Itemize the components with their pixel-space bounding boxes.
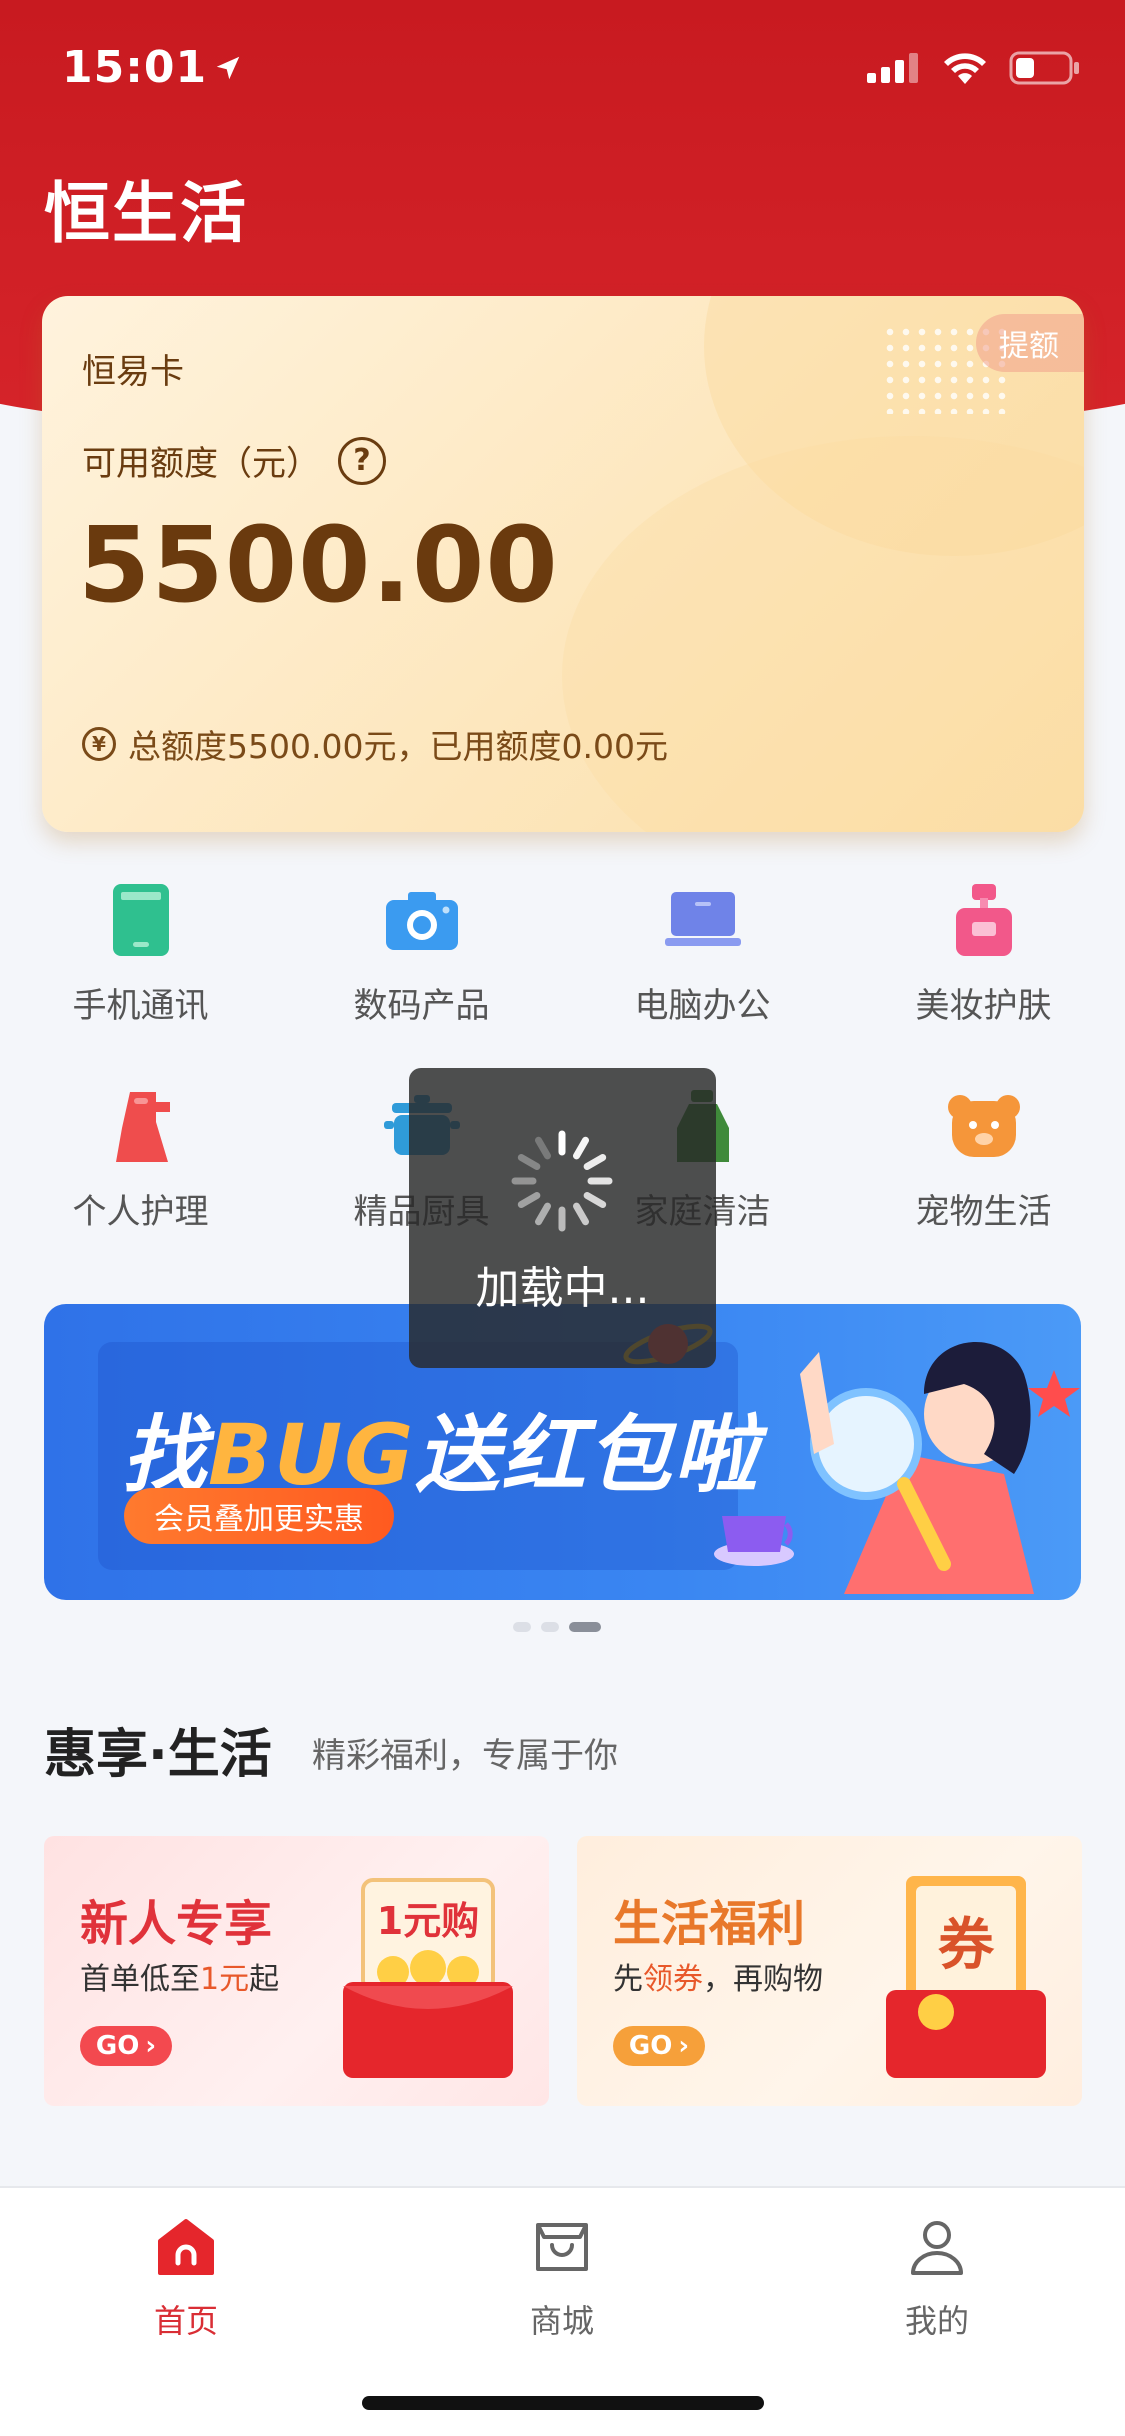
card-decoration xyxy=(562,436,1084,832)
battery-icon xyxy=(1009,51,1079,85)
wifi-icon xyxy=(944,53,986,84)
credit-card[interactable]: 恒易卡 提额 可用额度（元） ? 5500.00 ¥ 总额度5500.00元，已… xyxy=(42,296,1084,832)
user-icon xyxy=(902,2212,972,2282)
promo-desc-post: ，再购物 xyxy=(703,1962,823,1997)
perfume-icon xyxy=(944,880,1024,960)
status-time-text: 15:01 xyxy=(62,42,208,93)
category-label: 数码产品 xyxy=(353,986,490,1026)
promo-art-text: 券 xyxy=(938,1913,995,1978)
banner-pill: 会员叠加更实惠 xyxy=(124,1488,394,1544)
camera-icon xyxy=(382,880,462,960)
screen: 15:01 恒生活 恒易卡 提额 可用额度（元） ? 5500.00 ¥ 总额度… xyxy=(0,0,1125,2436)
loading-toast: 加载中... xyxy=(409,1068,716,1368)
phone-icon xyxy=(101,880,181,960)
credit-summary: ¥ 总额度5500.00元，已用额度0.00元 xyxy=(82,720,668,768)
category-item-pets[interactable]: 宠物生活 xyxy=(843,1086,1124,1233)
pet-icon xyxy=(944,1086,1024,1166)
nav-label: 首页 xyxy=(153,2302,218,2340)
category-item-beauty[interactable]: 美妆护肤 xyxy=(843,880,1124,1027)
category-label: 电脑办公 xyxy=(634,986,771,1026)
available-credit-label: 可用额度（元） ? xyxy=(82,436,386,485)
promo-desc-pre: 先 xyxy=(613,1962,643,1997)
nav-item-home[interactable]: 首页 xyxy=(86,2212,286,2342)
raise-limit-button[interactable]: 提额 xyxy=(976,314,1084,372)
home-icon xyxy=(151,2212,221,2282)
pager-dot[interactable] xyxy=(513,1622,531,1632)
chevron-right-icon: › xyxy=(145,2031,157,2061)
promo-go-label: GO xyxy=(628,2031,673,2061)
status-icons xyxy=(865,50,1081,86)
red-envelope-illustration: 1元购 xyxy=(343,1878,513,2078)
section-title: 惠享·生活 xyxy=(44,1725,272,1785)
home-indicator[interactable] xyxy=(362,2396,764,2410)
promo-desc-highlight: 1元 xyxy=(200,1962,250,1997)
promo-title: 新人专享 xyxy=(80,1896,273,1952)
card-name: 恒易卡 xyxy=(82,352,184,392)
loading-text: 加载中... xyxy=(475,1263,650,1314)
promo-desc-post: 起 xyxy=(249,1962,280,1997)
promo-desc-pre: 首单低至 xyxy=(80,1962,200,1997)
category-label: 宠物生活 xyxy=(915,1192,1052,1232)
promo-go-button[interactable]: GO › xyxy=(613,2026,705,2066)
chevron-right-icon: › xyxy=(678,2031,690,2061)
yen-icon: ¥ xyxy=(82,727,116,761)
category-item-personal-care[interactable]: 个人护理 xyxy=(0,1086,281,1233)
app-logo: 恒生活 xyxy=(44,175,248,252)
promo-go-label: GO xyxy=(95,2031,140,2061)
hair-dryer-icon xyxy=(101,1086,181,1166)
pager-dot-active[interactable] xyxy=(569,1622,601,1632)
signal-icon xyxy=(867,53,918,83)
promo-description: 先领券，再购物 xyxy=(613,1954,823,1998)
promo-title: 生活福利 xyxy=(613,1896,806,1952)
category-item-computer[interactable]: 电脑办公 xyxy=(562,880,843,1027)
status-time: 15:01 xyxy=(62,42,243,93)
help-icon[interactable]: ? xyxy=(338,436,386,485)
promo-art-text: 1元购 xyxy=(377,1899,479,1943)
shopping-bag-icon xyxy=(527,2212,597,2282)
laptop-icon xyxy=(663,880,743,960)
section-subtitle: 精彩福利，专属于你 xyxy=(312,1736,618,1776)
banner-pager xyxy=(513,1622,601,1632)
promo-description: 首单低至1元起 xyxy=(80,1954,279,1998)
promo-card-new-user[interactable]: 新人专享 首单低至1元起 GO › 1元购 xyxy=(44,1836,549,2106)
credit-summary-text: 总额度5500.00元，已用额度0.00元 xyxy=(128,727,668,766)
pager-dot[interactable] xyxy=(541,1622,559,1632)
nav-item-mall[interactable]: 商城 xyxy=(462,2212,662,2342)
nav-item-mine[interactable]: 我的 xyxy=(837,2212,1037,2342)
category-label: 手机通讯 xyxy=(72,986,209,1026)
available-credit-text: 可用额度（元） xyxy=(82,444,320,484)
location-arrow-icon xyxy=(216,56,240,79)
promo-go-button[interactable]: GO › xyxy=(80,2026,172,2066)
category-label: 美妆护肤 xyxy=(915,986,1052,1026)
status-bar: 15:01 xyxy=(0,0,1125,132)
category-item-phone[interactable]: 手机通讯 xyxy=(0,880,281,1027)
coupon-envelope-illustration: 券 xyxy=(886,1876,1046,2078)
promo-desc-highlight: 领券 xyxy=(643,1962,703,1997)
promo-card-life-benefits[interactable]: 生活福利 先领券，再购物 GO › 券 xyxy=(577,1836,1082,2106)
nav-label: 我的 xyxy=(904,2302,969,2340)
category-item-digital[interactable]: 数码产品 xyxy=(281,880,562,1027)
available-amount: 5500.00 xyxy=(78,504,559,626)
spinner-icon xyxy=(511,1130,613,1232)
category-label: 个人护理 xyxy=(72,1192,209,1232)
nav-label: 商城 xyxy=(529,2302,594,2340)
